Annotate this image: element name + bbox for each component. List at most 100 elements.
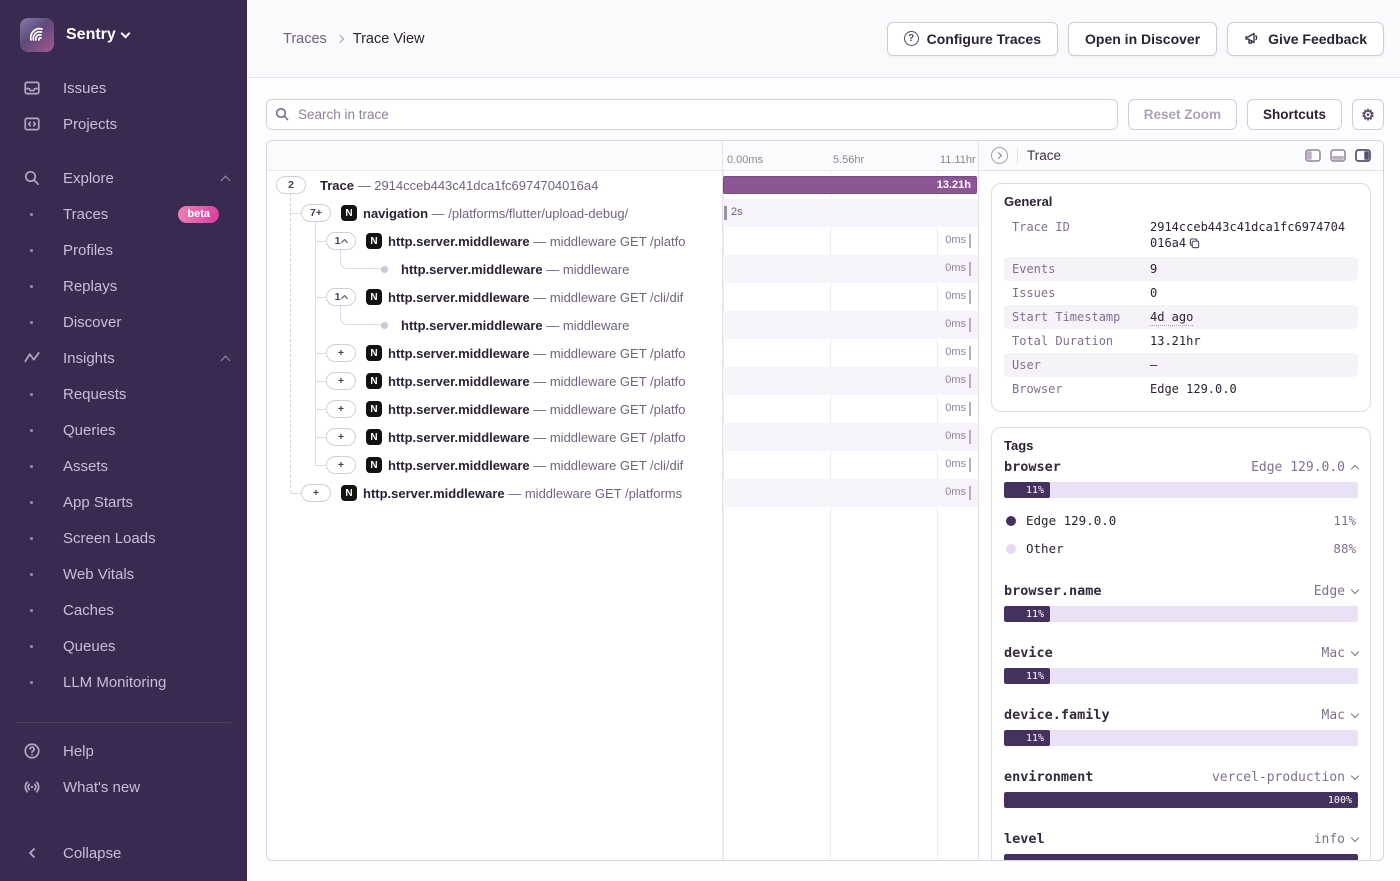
sidebar-item-replays[interactable]: Replays	[0, 268, 247, 304]
nextjs-icon: N	[341, 205, 357, 221]
settings-gear-button[interactable]: ⚙	[1352, 99, 1384, 130]
expand-pill[interactable]: +	[326, 344, 356, 362]
timeline-row[interactable]: 2s	[723, 199, 978, 227]
timeline-row[interactable]: 0ms	[723, 283, 978, 311]
sidebar-item-web-vitals[interactable]: Web Vitals	[0, 556, 247, 592]
timeline-row[interactable]: 0ms	[723, 451, 978, 479]
trace-duration-bar[interactable]: 13.21h	[723, 176, 977, 194]
timeline-row[interactable]: 0ms	[723, 255, 978, 283]
tag-legend-row[interactable]: Edge 129.0.011%	[1004, 509, 1358, 532]
general-row-label: Events	[1012, 261, 1150, 277]
search-in-trace-input[interactable]	[266, 99, 1118, 130]
tag-distribution-bar[interactable]: 11%	[1004, 482, 1358, 498]
tag-distribution-bar[interactable]: 11%	[1004, 606, 1358, 622]
sidebar-item-help[interactable]: Help	[0, 733, 247, 769]
sidebar-item-label: Discover	[63, 314, 121, 331]
tag-level: levelinfo	[1004, 831, 1358, 860]
expand-pill[interactable]: +	[326, 400, 356, 418]
main-area: Traces Trace View ? Configure Traces Ope…	[247, 0, 1400, 881]
sidebar-item-screen-loads[interactable]: Screen Loads	[0, 520, 247, 556]
dock-right-icon[interactable]	[1355, 149, 1371, 162]
span-row[interactable]: +Nhttp.server.middleware — middleware GE…	[267, 339, 722, 367]
span-row[interactable]: +Nhttp.server.middleware — middleware GE…	[267, 395, 722, 423]
timeline-row[interactable]: 0ms	[723, 339, 978, 367]
timeline-row[interactable]: 0ms	[723, 479, 978, 507]
tag-value-dropdown[interactable]: vercel-production	[1212, 770, 1358, 785]
expand-pill[interactable]: 2	[276, 176, 306, 194]
timeline-row[interactable]: 0ms	[723, 367, 978, 395]
org-switcher[interactable]: Sentry	[0, 0, 247, 58]
sidebar-item-discover[interactable]: Discover	[0, 304, 247, 340]
span-row[interactable]: 1Nhttp.server.middleware — middleware GE…	[267, 283, 722, 311]
span-row[interactable]: http.server.middleware — middleware	[267, 311, 722, 339]
dock-bottom-icon[interactable]	[1330, 149, 1346, 162]
span-bar	[724, 206, 727, 220]
sidebar-item-requests[interactable]: Requests	[0, 376, 247, 412]
give-feedback-button[interactable]: Give Feedback	[1227, 22, 1384, 56]
span-row[interactable]: +Nhttp.server.middleware — middleware GE…	[267, 479, 722, 507]
tag-value-dropdown[interactable]: Mac	[1322, 646, 1358, 661]
tag-distribution-bar[interactable]	[1004, 854, 1358, 860]
sidebar-item-what-s-new[interactable]: What's new	[0, 769, 247, 805]
bullet-icon	[30, 501, 33, 504]
expand-pill[interactable]: 1	[326, 232, 356, 250]
trace-root-row[interactable]: 2Trace — 2914cceb443c41dca1fc6974704016a…	[267, 171, 722, 199]
sidebar-item-label: App Starts	[63, 494, 133, 511]
trace-toolbar: Reset Zoom Shortcuts ⚙	[247, 78, 1400, 140]
sidebar-item-queues[interactable]: Queues	[0, 628, 247, 664]
sidebar-item-insights[interactable]: Insights	[0, 340, 247, 376]
timeline-row[interactable]: 0ms	[723, 311, 978, 339]
general-row-value: 2914cceb443c41dca1fc6974704016a4	[1150, 219, 1350, 253]
sidebar-item-explore[interactable]: Explore	[0, 160, 247, 196]
sidebar-item-profiles[interactable]: Profiles	[0, 232, 247, 268]
timeline-row[interactable]: 0ms	[723, 395, 978, 423]
span-row[interactable]: 1Nhttp.server.middleware — middleware GE…	[267, 227, 722, 255]
timeline-row[interactable]: 0ms	[723, 423, 978, 451]
timeline-column[interactable]: 0.00ms5.56hr11.11hr 13.21h2s0ms0ms0ms0ms…	[723, 141, 978, 860]
span-row[interactable]: +Nhttp.server.middleware — middleware GE…	[267, 451, 722, 479]
sidebar-item-label: Assets	[63, 458, 108, 475]
expand-panel-icon[interactable]	[991, 147, 1008, 164]
expand-pill[interactable]: 7+	[301, 204, 331, 222]
sidebar-item-queries[interactable]: Queries	[0, 412, 247, 448]
tag-distribution-bar[interactable]: 100%	[1004, 792, 1358, 808]
expand-pill[interactable]: +	[326, 428, 356, 446]
page-header: Traces Trace View ? Configure Traces Ope…	[247, 0, 1400, 78]
tag-legend-row[interactable]: Other88%	[1004, 537, 1358, 560]
trace-waterfall-panel: 2Trace — 2914cceb443c41dca1fc6974704016a…	[266, 140, 1384, 861]
timeline-row[interactable]: 13.21h	[723, 171, 978, 199]
dock-left-icon[interactable]	[1305, 149, 1321, 162]
tag-value-dropdown[interactable]: Edge	[1314, 584, 1358, 599]
reset-zoom-button[interactable]: Reset Zoom	[1128, 99, 1237, 130]
nextjs-icon: N	[366, 429, 382, 445]
sidebar-item-assets[interactable]: Assets	[0, 448, 247, 484]
tag-distribution-bar[interactable]: 11%	[1004, 730, 1358, 746]
expand-pill[interactable]: +	[326, 372, 356, 390]
expand-pill[interactable]: +	[326, 456, 356, 474]
sidebar-item-issues[interactable]: Issues	[0, 70, 247, 106]
span-row[interactable]: 7+Nnavigation — /platforms/flutter/uploa…	[267, 199, 722, 227]
sidebar-item-traces[interactable]: Tracesbeta	[0, 196, 247, 232]
expand-pill[interactable]: 1	[326, 288, 356, 306]
open-in-discover-button[interactable]: Open in Discover	[1068, 22, 1217, 56]
configure-traces-button[interactable]: ? Configure Traces	[887, 22, 1058, 56]
copy-icon[interactable]	[1189, 237, 1200, 253]
span-row[interactable]: http.server.middleware — middleware	[267, 255, 722, 283]
tag-value-dropdown[interactable]: Edge 129.0.0	[1251, 460, 1358, 475]
shortcuts-button[interactable]: Shortcuts	[1247, 99, 1342, 130]
tag-distribution-bar[interactable]: 11%	[1004, 668, 1358, 684]
sidebar-item-llm-monitoring[interactable]: LLM Monitoring	[0, 664, 247, 700]
tags-title: Tags	[1004, 438, 1358, 453]
tag-value-dropdown[interactable]: info	[1314, 832, 1358, 847]
timeline-row[interactable]: 0ms	[723, 227, 978, 255]
span-row[interactable]: +Nhttp.server.middleware — middleware GE…	[267, 423, 722, 451]
expand-pill[interactable]: +	[301, 484, 331, 502]
sidebar-item-projects[interactable]: Projects	[0, 106, 247, 142]
sidebar-item-caches[interactable]: Caches	[0, 592, 247, 628]
span-row[interactable]: +Nhttp.server.middleware — middleware GE…	[267, 367, 722, 395]
breadcrumb-traces[interactable]: Traces	[283, 31, 327, 47]
span-description: — middleware GET /platforms	[505, 486, 682, 501]
sidebar-item-app-starts[interactable]: App Starts	[0, 484, 247, 520]
sidebar-collapse[interactable]: Collapse	[0, 835, 247, 871]
tag-value-dropdown[interactable]: Mac	[1322, 708, 1358, 723]
